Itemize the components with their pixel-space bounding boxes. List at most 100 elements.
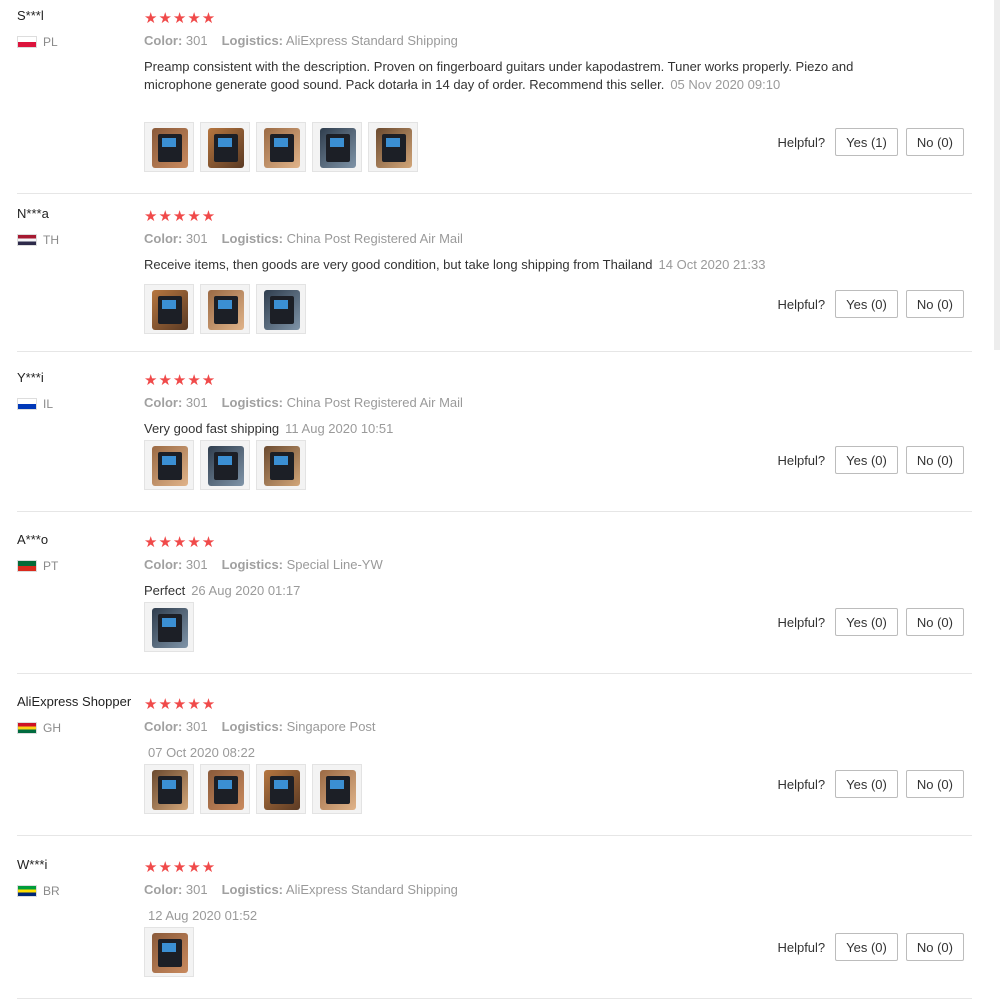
logistics-label: Logistics: — [221, 395, 284, 410]
review-photo-thumbnail[interactable] — [256, 122, 306, 172]
helpful-no-button[interactable]: No (0) — [905, 446, 964, 474]
reviewer-country: IL — [17, 397, 53, 411]
logistics-label: Logistics: — [221, 231, 284, 246]
helpful-no-button[interactable]: No (0) — [905, 770, 964, 798]
country-flag-icon — [17, 398, 37, 410]
country-code: PL — [43, 35, 58, 49]
helpful-yes-button[interactable]: Yes (1) — [835, 128, 898, 156]
country-code: PT — [43, 559, 59, 573]
review-content: 07 Oct 2020 08:22 — [144, 744, 854, 762]
color-value: 301 — [185, 231, 208, 246]
helpful-vote: Helpful? Yes (0) No (0) — [777, 770, 964, 798]
order-meta: Color: 301 Logistics: AliExpress Standard… — [144, 33, 472, 48]
review-photo-thumbnail[interactable] — [144, 284, 194, 334]
country-code: GH — [43, 721, 61, 735]
divider — [17, 673, 972, 674]
review-photo-thumbnail[interactable] — [144, 440, 194, 490]
helpful-no-button[interactable]: No (0) — [905, 290, 964, 318]
logistics-value: AliExpress Standard Shipping — [285, 33, 458, 48]
reviewer-country: PT — [17, 559, 58, 573]
review-item: W***i BR ★★★★★ Color: 301 Logistics: AliExpr… — [0, 849, 978, 999]
helpful-label: Helpful? — [777, 296, 826, 312]
review-content: Receive items, then goods are very good … — [144, 256, 854, 274]
review-date: 11 Aug 2020 10:51 — [285, 421, 394, 436]
color-value: 301 — [185, 557, 208, 572]
review-photo-thumbnail[interactable] — [144, 764, 194, 814]
color-value: 301 — [185, 33, 208, 48]
review-photo-thumbnail[interactable] — [368, 122, 418, 172]
helpful-yes-button[interactable]: Yes (0) — [835, 933, 898, 961]
helpful-yes-button[interactable]: Yes (0) — [835, 770, 898, 798]
review-photo-thumbnail[interactable] — [200, 122, 250, 172]
review-item: Y***i IL ★★★★★ Color: 301 Logistics: China P… — [0, 362, 978, 512]
color-value: 301 — [185, 395, 208, 410]
review-date: 05 Nov 2020 09:10 — [670, 77, 781, 92]
color-value: 301 — [185, 719, 208, 734]
logistics-label: Logistics: — [221, 33, 284, 48]
review-item: S***l PL ★★★★★ Color: 301 Logistics: AliExpr… — [0, 0, 978, 194]
reviewer-name: Y***i — [17, 370, 44, 385]
logistics-label: Logistics: — [221, 719, 284, 734]
review-photo-thumbnail[interactable] — [144, 122, 194, 172]
divider — [17, 835, 972, 836]
helpful-vote: Helpful? Yes (1) No (0) — [777, 128, 964, 156]
helpful-label: Helpful? — [777, 134, 826, 150]
color-label: Color: — [144, 882, 183, 897]
star-rating: ★★★★★ — [144, 372, 217, 389]
divider — [17, 193, 972, 194]
color-label: Color: — [144, 557, 183, 572]
country-flag-icon — [17, 560, 37, 572]
reviewer-name: N***a — [17, 206, 49, 221]
review-photo-thumbnail[interactable] — [200, 764, 250, 814]
review-photo-thumbnail[interactable] — [200, 440, 250, 490]
review-photo-thumbnail[interactable] — [144, 927, 194, 977]
review-photo-thumbnail[interactable] — [256, 764, 306, 814]
review-date: 14 Oct 2020 21:33 — [658, 257, 766, 272]
order-meta: Color: 301 Logistics: Singapore Post — [144, 719, 390, 734]
review-photo-thumbnail[interactable] — [312, 122, 362, 172]
helpful-vote: Helpful? Yes (0) No (0) — [777, 933, 964, 961]
order-meta: Color: 301 Logistics: China Post Register… — [144, 395, 477, 410]
color-label: Color: — [144, 33, 183, 48]
helpful-vote: Helpful? Yes (0) No (0) — [777, 446, 964, 474]
helpful-label: Helpful? — [777, 614, 826, 630]
helpful-yes-button[interactable]: Yes (0) — [835, 290, 898, 318]
helpful-no-button[interactable]: No (0) — [905, 128, 964, 156]
country-code: IL — [43, 397, 54, 411]
color-value: 301 — [185, 882, 208, 897]
logistics-value: AliExpress Standard Shipping — [285, 882, 458, 897]
helpful-no-button[interactable]: No (0) — [905, 933, 964, 961]
logistics-value: Singapore Post — [286, 719, 376, 734]
review-text: Very good fast shipping — [144, 421, 280, 436]
helpful-yes-button[interactable]: Yes (0) — [835, 608, 898, 636]
review-photo-thumbnail[interactable] — [256, 284, 306, 334]
review-text: Perfect — [144, 583, 186, 598]
reviewer-country: GH — [17, 721, 61, 735]
country-code: BR — [43, 884, 60, 898]
scrollbar[interactable] — [994, 0, 1000, 350]
reviewer-country: TH — [17, 233, 59, 247]
review-text: Receive items, then goods are very good … — [144, 257, 653, 272]
review-photos — [144, 927, 194, 977]
review-date: 07 Oct 2020 08:22 — [148, 745, 255, 760]
review-content: Preamp consistent with the description. … — [144, 58, 854, 94]
review-photos — [144, 284, 306, 334]
review-date: 12 Aug 2020 01:52 — [148, 908, 258, 923]
reviewer-name: A***o — [17, 532, 49, 547]
country-code: TH — [43, 233, 59, 247]
helpful-yes-button[interactable]: Yes (0) — [835, 446, 898, 474]
review-item: A***o PT ★★★★★ Color: 301 Logistics: Special… — [0, 524, 978, 674]
review-photo-thumbnail[interactable] — [200, 284, 250, 334]
review-photo-thumbnail[interactable] — [256, 440, 306, 490]
star-rating: ★★★★★ — [144, 696, 217, 713]
review-photos — [144, 122, 418, 172]
logistics-value: Special Line-YW — [286, 557, 383, 572]
review-photo-thumbnail[interactable] — [312, 764, 362, 814]
country-flag-icon — [17, 722, 37, 734]
helpful-no-button[interactable]: No (0) — [905, 608, 964, 636]
country-flag-icon — [17, 885, 37, 897]
order-meta: Color: 301 Logistics: China Post Register… — [144, 231, 477, 246]
review-date: 26 Aug 2020 01:17 — [191, 583, 301, 598]
helpful-vote: Helpful? Yes (0) No (0) — [777, 290, 964, 318]
review-photo-thumbnail[interactable] — [144, 602, 194, 652]
